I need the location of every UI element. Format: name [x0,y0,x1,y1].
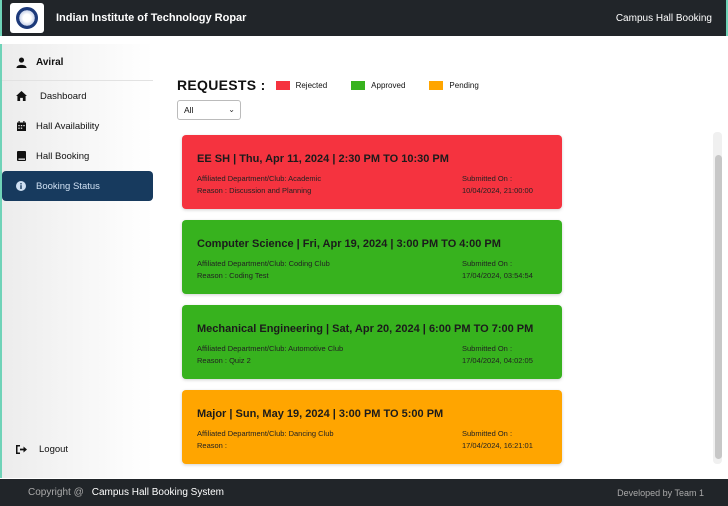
sidebar-item-hall-availability[interactable]: Hall Availability [2,111,153,141]
logout-icon [14,444,28,454]
submitted-label: Submitted On : [462,429,513,438]
legend-swatch [429,80,444,90]
sidebar-item-label: Booking Status [36,180,100,192]
logout-label: Logout [39,443,69,455]
request-reason: Reason : Quiz 2 [197,356,251,365]
submitted-label: Submitted On : [462,344,513,353]
legend-label: Approved [371,80,406,90]
logout-button[interactable]: Logout [2,434,68,464]
footer-developer: Developed by Team 1 [617,487,704,498]
legend-swatch [275,80,290,90]
request-title: Major | Sun, May 19, 2024 | 3:00 PM TO 5… [197,408,444,420]
scrollbar-thumb[interactable] [715,155,722,459]
request-department: Affiliated Department/Club: Coding Club [197,259,330,268]
legend-label: Pending [449,80,479,90]
sidebar-item-dashboard[interactable]: Dashboard [2,81,153,111]
top-navbar: Indian Institute of Technology Ropar Cam… [0,0,728,36]
submitted-value: 10/04/2024, 21:00:00 [462,186,533,195]
status-filter-select[interactable]: All ⌄ [177,100,241,120]
sidebar-item-label: Dashboard [40,90,87,102]
legend-pending: Pending [429,80,479,90]
user-name: Aviral [36,56,64,68]
footer-copyright: Copyright @ [28,487,84,498]
calendar-icon [14,121,28,131]
sidebar: Aviral Dashboard Hall Availability Hall … [0,44,153,478]
sidebar-item-booking-status[interactable]: Booking Status [2,171,153,201]
user-icon [14,57,28,68]
requests-header: REQUESTS : Rejected Approved Pending [177,77,503,93]
legend-approved: Approved [351,80,406,90]
submitted-value: 17/04/2024, 03:54:54 [462,271,533,280]
request-department: Affiliated Department/Club: Automotive C… [197,344,344,353]
request-reason: Reason : Discussion and Planning [197,186,312,195]
request-reason: Reason : [197,441,228,450]
sidebar-item-hall-booking[interactable]: Hall Booking [2,141,153,171]
institute-logo[interactable] [10,3,44,33]
legend-swatch [351,80,366,90]
submitted-label: Submitted On : [462,174,513,183]
sidebar-user: Aviral [2,44,153,81]
footer: Copyright @ Campus Hall Booking System D… [0,479,728,506]
requests-list[interactable]: EE SH | Thu, Apr 11, 2024 | 2:30 PM TO 1… [172,132,724,470]
app-name[interactable]: Campus Hall Booking [616,13,712,24]
request-card[interactable]: EE SH | Thu, Apr 11, 2024 | 2:30 PM TO 1… [182,135,562,209]
institute-name: Indian Institute of Technology Ropar [56,12,247,24]
request-department: Affiliated Department/Club: Dancing Club [197,429,334,438]
submitted-value: 17/04/2024, 04:02:05 [462,356,533,365]
filter-value: All [184,105,194,115]
request-card[interactable]: Major | Sun, May 19, 2024 | 3:00 PM TO 5… [182,390,562,464]
sidebar-item-label: Hall Booking [36,150,90,162]
request-department: Affiliated Department/Club: Academic [197,174,322,183]
requests-title: REQUESTS : [177,77,266,93]
request-reason: Reason : Coding Test [197,271,269,280]
chevron-down-icon: ⌄ [228,105,235,114]
submitted-label: Submitted On : [462,259,513,268]
footer-system-name: Campus Hall Booking System [91,487,225,498]
request-title: EE SH | Thu, Apr 11, 2024 | 2:30 PM TO 1… [197,153,449,165]
request-card[interactable]: Computer Science | Fri, Apr 19, 2024 | 3… [182,220,562,294]
sidebar-item-label: Hall Availability [36,120,100,132]
book-icon [14,151,28,161]
legend-label: Rejected [295,80,328,90]
legend-rejected: Rejected [275,80,328,90]
info-icon [14,181,28,191]
submitted-value: 17/04/2024, 16:21:01 [462,441,533,450]
request-title: Computer Science | Fri, Apr 19, 2024 | 3… [197,238,501,250]
request-card[interactable]: Mechanical Engineering | Sat, Apr 20, 20… [182,305,562,379]
request-title: Mechanical Engineering | Sat, Apr 20, 20… [197,323,534,335]
main-content: REQUESTS : Rejected Approved Pending All… [153,44,728,478]
home-icon [14,91,28,101]
